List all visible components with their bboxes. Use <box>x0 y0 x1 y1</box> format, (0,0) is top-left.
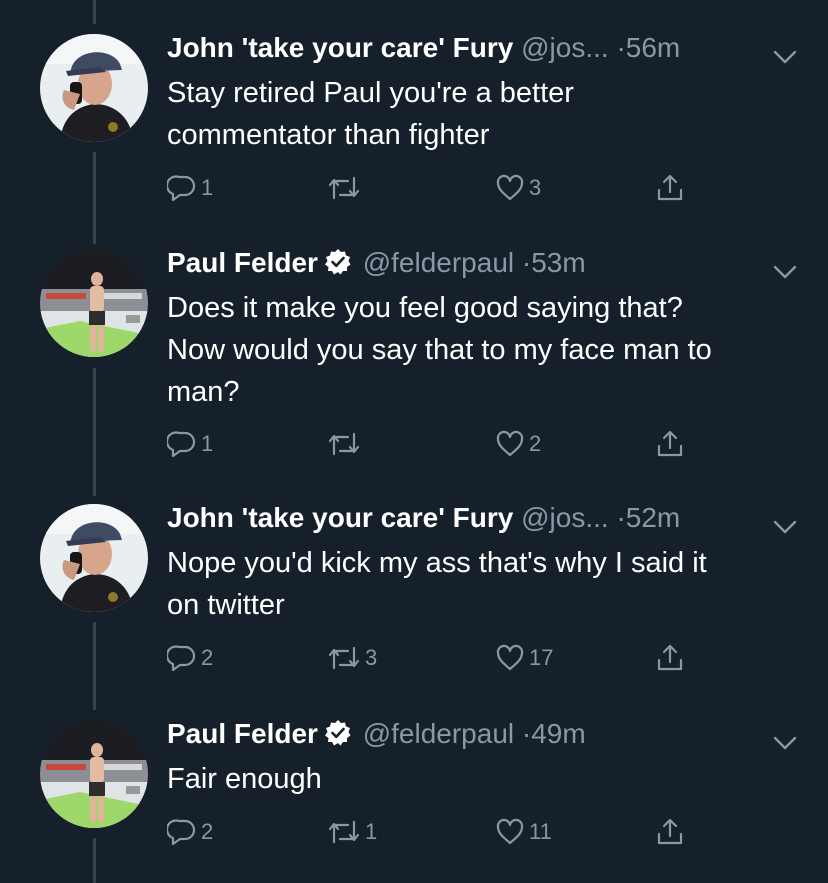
reply-icon <box>167 429 197 459</box>
tweet-text-line: commentator than fighter <box>167 119 490 151</box>
reply-count: 2 <box>201 819 214 844</box>
reply-icon <box>167 817 197 847</box>
share-icon <box>655 173 685 203</box>
share-button[interactable] <box>655 640 685 676</box>
reply-count: 1 <box>201 175 214 200</box>
tweet-text-line: man? <box>167 376 240 408</box>
retweet-button[interactable] <box>327 426 365 462</box>
separator-dot: · <box>521 247 532 278</box>
tweet-actions: 2 3 17 <box>167 640 727 676</box>
retweet-icon <box>327 643 361 673</box>
tweet-header: Paul Felder @felderpaul ·49m <box>167 714 798 754</box>
tweet-text: Stay retired Paul you're a better commen… <box>167 72 797 156</box>
like-button[interactable]: 3 <box>495 170 541 206</box>
paul-felder-avatar[interactable] <box>40 249 148 357</box>
user-handle[interactable]: @felderpaul <box>363 718 514 749</box>
tweet-text: Does it make you feel good saying that? … <box>167 287 797 413</box>
like-count: 11 <box>529 819 552 844</box>
retweet-count: 3 <box>365 645 378 670</box>
display-name[interactable]: John 'take your care' Fury <box>167 32 513 63</box>
tweet[interactable]: John 'take your care' Fury @jos... ·52m … <box>0 498 828 688</box>
timestamp[interactable]: 53m <box>531 247 585 278</box>
reply-button[interactable]: 1 <box>167 170 213 206</box>
share-icon <box>655 817 685 847</box>
retweet-icon <box>327 429 361 459</box>
user-handle[interactable]: @jos... <box>521 502 609 533</box>
tweet-text-line: Nope you'd kick my ass that's why I said… <box>167 547 707 579</box>
thread-line <box>93 0 96 24</box>
retweet-button[interactable] <box>327 170 365 206</box>
user-handle[interactable]: @felderpaul <box>363 247 514 278</box>
tweet[interactable]: Paul Felder @felderpaul ·49m Fair enough… <box>0 714 828 874</box>
paul-felder-avatar[interactable] <box>40 720 148 828</box>
tweet-text-line: on twitter <box>167 589 285 621</box>
like-button[interactable]: 17 <box>495 640 553 676</box>
share-button[interactable] <box>655 814 685 850</box>
reply-icon <box>167 643 197 673</box>
retweet-button[interactable]: 1 <box>327 814 377 850</box>
john-fury-avatar[interactable] <box>40 504 148 612</box>
reply-button[interactable]: 1 <box>167 426 213 462</box>
tweet-actions: 2 1 11 <box>167 814 727 850</box>
display-name[interactable]: Paul Felder <box>167 718 318 749</box>
reply-icon <box>167 173 197 203</box>
tweet-text: Nope you'd kick my ass that's why I said… <box>167 542 797 626</box>
reply-count: 1 <box>201 431 214 456</box>
retweet-count: 1 <box>365 819 378 844</box>
verified-badge-icon <box>324 247 352 287</box>
share-button[interactable] <box>655 426 685 462</box>
separator-dot: · <box>521 718 532 749</box>
tweet-text-line: Fair enough <box>167 763 322 795</box>
tweet-text-line: Now would you say that to my face man to <box>167 334 712 366</box>
timestamp[interactable]: 52m <box>626 502 680 533</box>
user-handle[interactable]: @jos... <box>521 32 609 63</box>
tweet-text-line: Stay retired Paul you're a better <box>167 77 574 109</box>
heart-icon <box>495 643 525 673</box>
retweet-icon <box>327 173 361 203</box>
display-name[interactable]: Paul Felder <box>167 247 318 278</box>
tweet-actions: 1 3 <box>167 170 727 206</box>
like-button[interactable]: 11 <box>495 814 552 850</box>
tweet-actions: 1 2 <box>167 426 727 462</box>
reply-button[interactable]: 2 <box>167 640 213 676</box>
timestamp[interactable]: 49m <box>531 718 585 749</box>
like-count: 2 <box>529 431 542 456</box>
like-count: 17 <box>529 645 554 670</box>
share-button[interactable] <box>655 170 685 206</box>
separator-dot: · <box>616 32 626 63</box>
reply-count: 2 <box>201 645 214 670</box>
separator-dot: · <box>616 502 626 533</box>
reply-button[interactable]: 2 <box>167 814 213 850</box>
retweet-button[interactable]: 3 <box>327 640 377 676</box>
john-fury-avatar[interactable] <box>40 34 148 142</box>
share-icon <box>655 643 685 673</box>
share-icon <box>655 429 685 459</box>
tweet-header: John 'take your care' Fury @jos... ·52m <box>167 498 798 538</box>
tweet[interactable]: John 'take your care' Fury @jos... ·56m … <box>0 28 828 218</box>
tweet-text-line: Does it make you feel good saying that? <box>167 292 683 324</box>
heart-icon <box>495 429 525 459</box>
tweet-header: John 'take your care' Fury @jos... ·56m <box>167 28 798 68</box>
like-count: 3 <box>529 175 542 200</box>
tweet-header: Paul Felder @felderpaul ·53m <box>167 243 798 283</box>
verified-badge-icon <box>324 718 352 758</box>
display-name[interactable]: John 'take your care' Fury <box>167 502 513 533</box>
timestamp[interactable]: 56m <box>626 32 680 63</box>
retweet-icon <box>327 817 361 847</box>
heart-icon <box>495 173 525 203</box>
like-button[interactable]: 2 <box>495 426 541 462</box>
tweet-text: Fair enough <box>167 758 797 800</box>
tweet[interactable]: Paul Felder @felderpaul ·53m Does it mak… <box>0 243 828 483</box>
heart-icon <box>495 817 525 847</box>
